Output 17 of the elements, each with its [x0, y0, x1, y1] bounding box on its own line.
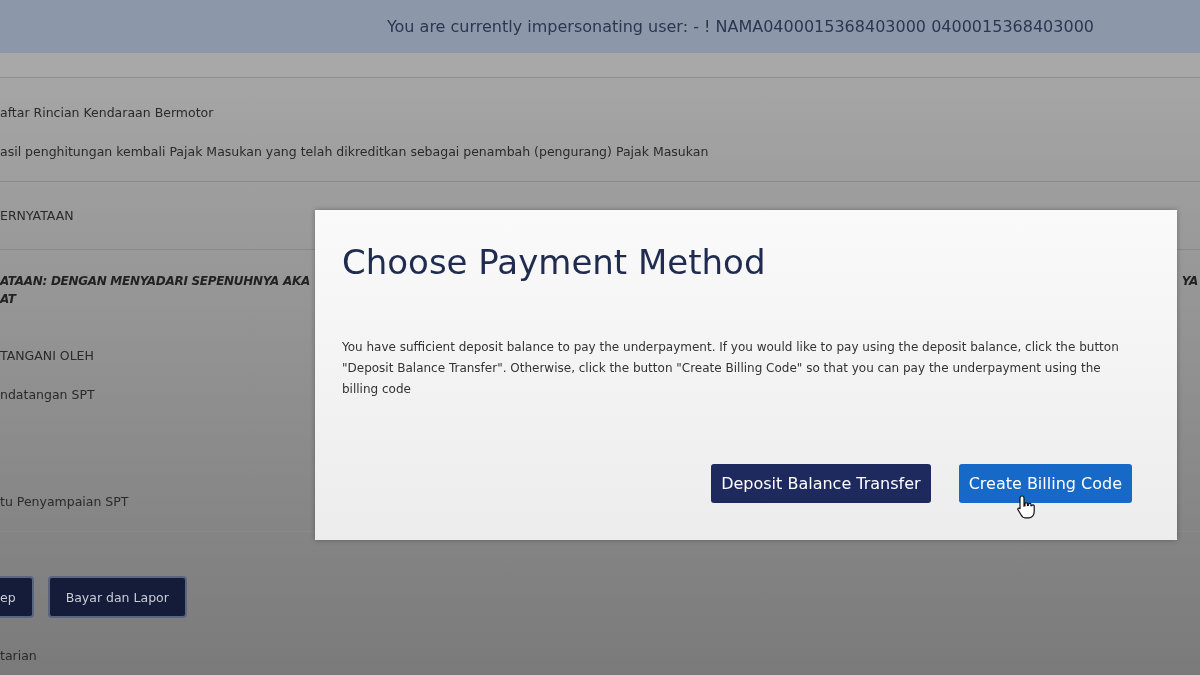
form-label: asil penghitungan kembali Pajak Masukan yang telah dikreditkan sebagai penambah (pengurang) Pajak Masukan — [0, 143, 709, 161]
footer-text: tarian — [0, 648, 38, 663]
form-label: tu Penyampaian SPT — [0, 493, 129, 511]
form-button[interactable]: ep — [0, 576, 34, 618]
create-billing-code-button[interactable]: Create Billing Code — [958, 464, 1132, 503]
statement-text: ATAAN: DENGAN MENYADARI SEPENUHNYA AKA — [0, 274, 310, 288]
form-label: TANGANI OLEH — [0, 347, 94, 365]
section-heading: ERNYATAAN — [0, 207, 74, 225]
form-button[interactable]: Bayar dan Lapor — [47, 576, 187, 618]
statement-text: AT — [0, 292, 18, 306]
dialog-message: You have sufficient deposit balance to pay the underpayment. If you would like to pay using the deposit balance, click the button "Deposit Balance Transfer". Otherwise, click the button "Create Billing Code" so that you can pay the underpayment using the billing code — [342, 339, 1120, 398]
hand-pointer-icon — [1016, 494, 1038, 520]
deposit-transfer-button[interactable]: Deposit Balance Transfer — [711, 464, 931, 503]
dialog-title: Choose Payment Method — [342, 242, 767, 282]
statement-text: YA — [1181, 274, 1198, 290]
form-label: aftar Rincian Kendaraan Bermotor — [0, 104, 214, 122]
form-label: ndatangan SPT — [0, 386, 95, 404]
